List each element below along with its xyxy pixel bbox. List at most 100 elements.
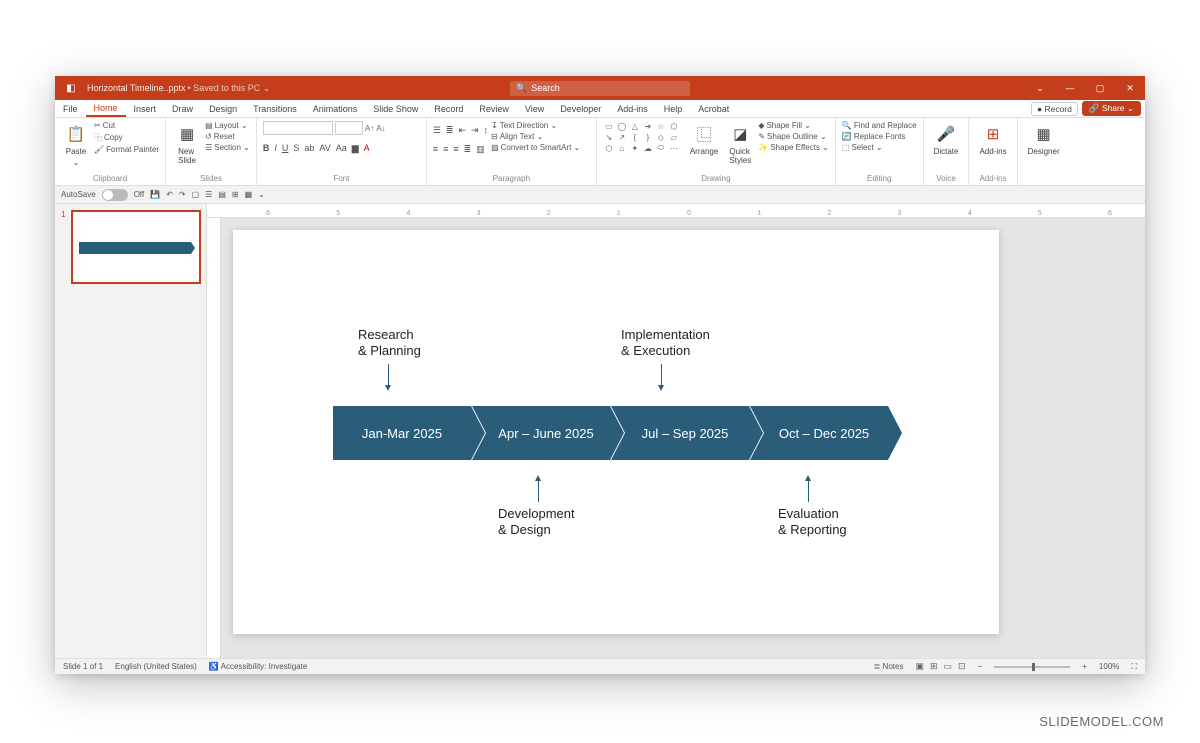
tab-help[interactable]: Help	[656, 100, 691, 117]
close-button[interactable]: ✕	[1115, 76, 1145, 100]
case-button[interactable]: Aa	[336, 143, 347, 154]
text-direction-button[interactable]: ↧ Text Direction ⌄	[491, 121, 580, 130]
maximize-button[interactable]: ▢	[1085, 76, 1115, 100]
timeline-segment[interactable]: Oct – Dec 2025	[750, 406, 888, 460]
slide-editor[interactable]: 6543210123456 Research & Planning Implem…	[207, 204, 1145, 658]
smartart-button[interactable]: ▨ Convert to SmartArt ⌄	[491, 143, 580, 152]
shape-fill-button[interactable]: ◆ Shape Fill ⌄	[758, 121, 829, 130]
zoom-out-button[interactable]: −	[978, 662, 983, 671]
qat-icon[interactable]: ⊞	[232, 190, 239, 199]
qat-icon[interactable]: ▤	[218, 190, 226, 199]
tab-developer[interactable]: Developer	[552, 100, 609, 117]
bullets-button[interactable]: ☰	[433, 125, 441, 136]
callout-bottom-2[interactable]: Evaluation & Reporting	[778, 480, 847, 539]
underline-button[interactable]: U	[282, 143, 289, 154]
tab-design[interactable]: Design	[201, 100, 245, 117]
undo-icon[interactable]: ↶	[166, 190, 173, 199]
timeline-segment[interactable]: Jul – Sep 2025	[611, 406, 749, 460]
tab-acrobat[interactable]: Acrobat	[690, 100, 737, 117]
zoom-in-button[interactable]: +	[1082, 662, 1087, 671]
dictate-button[interactable]: 🎤Dictate	[930, 121, 963, 158]
sorter-view-icon[interactable]: ⊞	[930, 661, 938, 672]
bold-button[interactable]: B	[263, 143, 270, 154]
tab-home[interactable]: Home	[86, 100, 126, 117]
accessibility-status[interactable]: ♿ Accessibility: Investigate	[209, 662, 307, 671]
zoom-slider[interactable]	[994, 666, 1070, 668]
minimize-button[interactable]: ―	[1055, 76, 1085, 100]
callout-top-1[interactable]: Research & Planning	[358, 327, 421, 386]
record-button[interactable]: ● Record	[1031, 102, 1078, 116]
fit-window-icon[interactable]: ⛶	[1131, 662, 1137, 672]
numbers-button[interactable]: ≣	[446, 125, 454, 136]
shape-effects-button[interactable]: ✨ Shape Effects ⌄	[758, 143, 829, 152]
tab-insert[interactable]: Insert	[126, 100, 165, 117]
shapes-gallery[interactable]: ▭◯△➔☆⬠ ↘↗{}◇▱ ⬡⌂✦☁⬭⋯	[603, 121, 683, 153]
font-color-button[interactable]: A	[364, 143, 370, 154]
format-painter-button[interactable]: 🖌 Format Painter	[94, 145, 159, 154]
tab-slideshow[interactable]: Slide Show	[365, 100, 426, 117]
slide-canvas[interactable]: Research & Planning Implementation & Exe…	[233, 230, 999, 634]
normal-view-icon[interactable]: ▣	[915, 661, 924, 672]
justify-button[interactable]: ≣	[464, 144, 472, 155]
layout-button[interactable]: ▤ Layout ⌄	[205, 121, 250, 130]
save-icon[interactable]: 💾	[150, 190, 160, 199]
slideshow-view-icon[interactable]: ⊡	[958, 661, 966, 672]
timeline-chevrons[interactable]: Jan-Mar 2025 Apr – June 2025 Jul – Sep 2…	[333, 406, 889, 460]
indent-inc-button[interactable]: ⇥	[471, 125, 479, 136]
ribbon-display-icon[interactable]: ⌄	[1025, 76, 1055, 100]
callout-top-2[interactable]: Implementation & Execution	[621, 327, 710, 386]
tab-draw[interactable]: Draw	[164, 100, 201, 117]
select-button[interactable]: ⬚ Select ⌄	[842, 143, 917, 152]
font-family-select[interactable]	[263, 121, 333, 135]
redo-icon[interactable]: ↷	[179, 190, 186, 199]
font-size-select[interactable]	[335, 121, 363, 135]
slide-thumbnail[interactable]	[71, 210, 201, 284]
tab-addins[interactable]: Add-ins	[609, 100, 656, 117]
align-center-button[interactable]: ≡	[443, 144, 448, 155]
tab-file[interactable]: File	[55, 100, 86, 117]
qat-icon[interactable]: ☰	[205, 190, 212, 199]
section-button[interactable]: ☰ Section ⌄	[205, 143, 250, 152]
save-status[interactable]: • Saved to this PC ⌄	[188, 83, 271, 94]
spacing-button[interactable]: AV	[319, 143, 330, 154]
share-button[interactable]: 🔗 Share ⌄	[1082, 101, 1141, 116]
quick-styles-button[interactable]: ◪Quick Styles	[725, 121, 755, 167]
highlight-button[interactable]: ▆	[352, 143, 359, 154]
slide-counter[interactable]: Slide 1 of 1	[63, 662, 103, 671]
columns-button[interactable]: ▥	[476, 144, 485, 155]
cut-button[interactable]: ✂ Cut	[94, 121, 159, 130]
qat-icon[interactable]: ▢	[192, 190, 200, 199]
qat-more-icon[interactable]: ⌄	[258, 190, 265, 199]
reset-button[interactable]: ↺ Reset	[205, 132, 250, 141]
reading-view-icon[interactable]: ▭	[944, 661, 953, 672]
timeline-segment[interactable]: Apr – June 2025	[472, 406, 610, 460]
autosave-toggle[interactable]	[102, 189, 128, 201]
qat-icon[interactable]: ▦	[245, 190, 253, 199]
grow-font-icon[interactable]: A↑	[365, 124, 374, 133]
thumbnail-pane[interactable]: 1	[55, 204, 207, 658]
find-button[interactable]: 🔍 Find and Replace	[842, 121, 917, 130]
tab-transitions[interactable]: Transitions	[245, 100, 305, 117]
callout-bottom-1[interactable]: Development & Design	[498, 480, 575, 539]
indent-dec-button[interactable]: ⇤	[458, 125, 466, 136]
align-right-button[interactable]: ≡	[453, 144, 458, 155]
strike-button[interactable]: S	[293, 143, 299, 154]
replace-button[interactable]: 🔄 Replace Fonts	[842, 132, 917, 141]
tab-record[interactable]: Record	[426, 100, 471, 117]
designer-button[interactable]: ▦Designer	[1024, 121, 1064, 158]
language-status[interactable]: English (United States)	[115, 662, 197, 671]
align-left-button[interactable]: ≡	[433, 144, 438, 155]
shrink-font-icon[interactable]: A↓	[376, 124, 385, 133]
line-spacing-button[interactable]: ↕	[484, 125, 489, 136]
zoom-level[interactable]: 100%	[1099, 662, 1119, 671]
shadow-button[interactable]: ab	[304, 143, 314, 154]
arrange-button[interactable]: ⿺Arrange	[686, 121, 722, 158]
tab-view[interactable]: View	[517, 100, 552, 117]
shape-outline-button[interactable]: ✎ Shape Outline ⌄	[758, 132, 829, 141]
paste-button[interactable]: 📋Paste⌄	[61, 121, 91, 169]
tab-review[interactable]: Review	[471, 100, 517, 117]
notes-button[interactable]: ≣ Notes	[874, 662, 904, 671]
timeline-segment[interactable]: Jan-Mar 2025	[333, 406, 471, 460]
tab-animations[interactable]: Animations	[305, 100, 366, 117]
align-text-button[interactable]: ⊟ Align Text ⌄	[491, 132, 580, 141]
